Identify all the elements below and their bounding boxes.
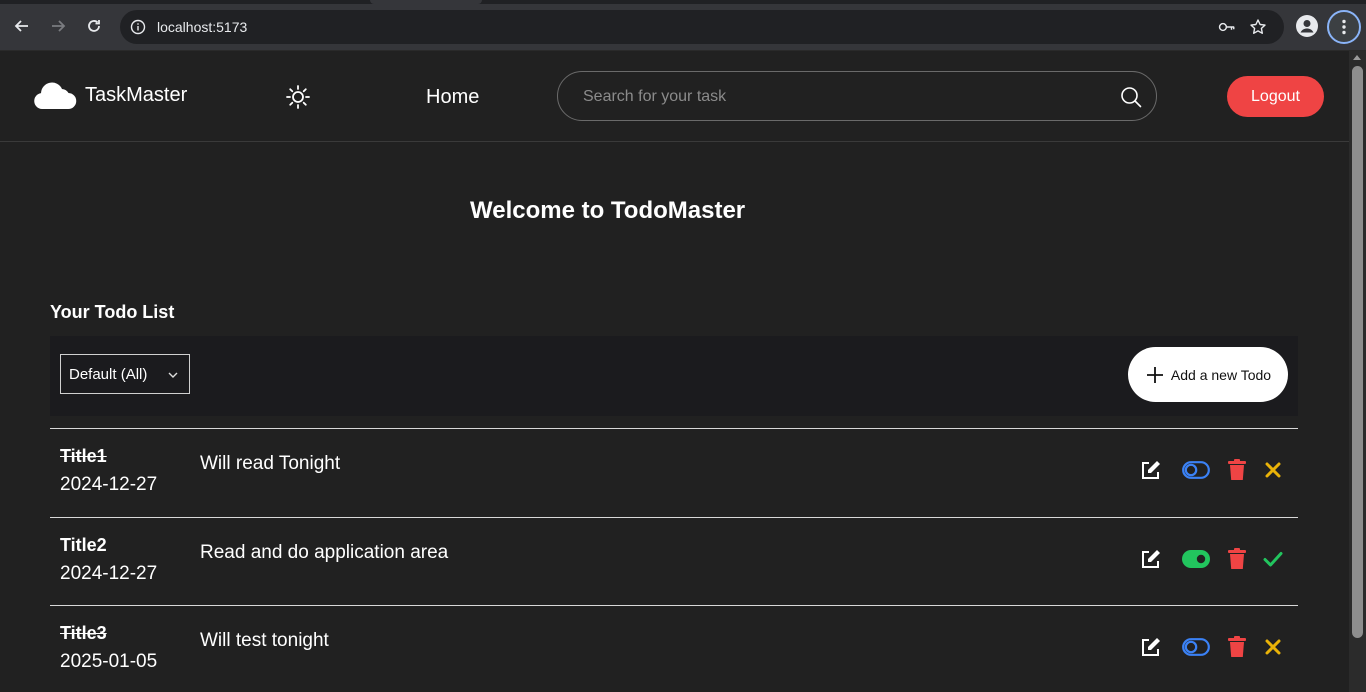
add-todo-label: Add a new Todo: [1170, 366, 1272, 383]
todo-toolbar: Default (All) Add a new Todo: [50, 336, 1298, 416]
todo-title: Title3: [60, 623, 107, 643]
search-input[interactable]: [583, 85, 1103, 109]
forward-button[interactable]: [46, 14, 70, 38]
toggle-complete-button[interactable]: [1180, 634, 1212, 660]
todo-actions: [1128, 634, 1298, 660]
brand-logo[interactable]: TaskMaster: [33, 80, 187, 110]
filter-select[interactable]: Default (All): [60, 354, 190, 394]
add-todo-button[interactable]: Add a new Todo: [1128, 347, 1288, 402]
checkmark-icon: [1263, 552, 1283, 567]
todo-date: 2024-12-27: [60, 563, 158, 584]
edit-icon: [1142, 550, 1160, 568]
arrow-left-icon: [14, 20, 28, 32]
back-button[interactable]: [10, 14, 34, 38]
todo-actions: [1128, 546, 1298, 572]
browser-menu-button[interactable]: [1327, 10, 1361, 44]
page-scrollbar[interactable]: [1349, 51, 1366, 692]
profile-icon[interactable]: [1296, 15, 1318, 37]
sun-icon[interactable]: [285, 84, 311, 110]
active-tab-edge: [370, 0, 482, 4]
nav-home-link[interactable]: Home: [426, 86, 479, 109]
app-navbar: TaskMaster Home Logout: [0, 51, 1349, 142]
todo-row: Title1 2024-12-27 Will read Tonight: [50, 428, 1298, 516]
filter-selected-value: Default (All): [69, 365, 148, 383]
toggle-complete-button[interactable]: [1180, 546, 1212, 572]
kebab-menu-icon: [1342, 19, 1346, 35]
bookmark-star-icon[interactable]: [1249, 18, 1267, 36]
toggle-complete-button[interactable]: [1180, 457, 1212, 483]
delete-todo-button[interactable]: [1224, 546, 1250, 572]
todo-row: Title3 2025-01-05 Will test tonight: [50, 605, 1298, 692]
site-info-icon[interactable]: [130, 19, 146, 35]
search-bar: [557, 71, 1157, 121]
logout-button[interactable]: Logout: [1227, 76, 1324, 117]
reload-icon: [88, 20, 100, 32]
edit-todo-button[interactable]: [1138, 634, 1164, 660]
toggle-on-icon: [1182, 550, 1210, 568]
todo-date: 2024-12-27: [60, 474, 158, 495]
todo-list-heading: Your Todo List: [50, 302, 175, 322]
cloud-icon: [34, 82, 77, 110]
toggle-off-icon: [1182, 638, 1210, 656]
trash-icon: [1228, 636, 1246, 657]
todo-description: Will test tonight: [200, 630, 329, 651]
todo-row: Title2 2024-12-27 Read and do applicatio…: [50, 517, 1298, 605]
todo-description: Read and do application area: [200, 542, 449, 563]
tab-strip: [0, 0, 1366, 4]
scroll-up-arrow[interactable]: [1353, 55, 1361, 60]
scrollbar-thumb[interactable]: [1352, 66, 1363, 638]
url-text: localhost:5173: [157, 19, 248, 35]
app-page: TaskMaster Home Logout Welcome to TodoMa…: [0, 51, 1349, 692]
x-mark-icon: [1265, 639, 1281, 655]
arrow-right-icon: [52, 20, 66, 32]
browser-chrome: localhost:5173: [0, 0, 1366, 51]
edit-todo-button[interactable]: [1138, 546, 1164, 572]
status-incomplete: [1260, 634, 1286, 660]
todo-date: 2025-01-05: [60, 651, 158, 672]
key-icon[interactable]: [1218, 19, 1236, 35]
status-complete: [1260, 546, 1286, 572]
brand-name: TaskMaster: [85, 83, 188, 106]
todo-description: Will read Tonight: [200, 453, 341, 474]
page-title: Welcome to TodoMaster: [470, 197, 746, 224]
edit-icon: [1142, 638, 1160, 656]
trash-icon: [1228, 459, 1246, 480]
address-bar[interactable]: localhost:5173: [120, 10, 1284, 44]
delete-todo-button[interactable]: [1224, 634, 1250, 660]
status-incomplete: [1260, 457, 1286, 483]
edit-todo-button[interactable]: [1138, 457, 1164, 483]
todo-actions: [1128, 457, 1298, 483]
trash-icon: [1228, 548, 1246, 569]
todo-title: Title2: [60, 535, 107, 555]
todo-title: Title1: [60, 446, 107, 466]
plus-icon: [1146, 366, 1163, 383]
edit-icon: [1142, 461, 1160, 479]
search-icon[interactable]: [1120, 86, 1142, 108]
reload-button[interactable]: [82, 14, 106, 38]
delete-todo-button[interactable]: [1224, 457, 1250, 483]
chevron-down-icon: [168, 372, 178, 378]
x-mark-icon: [1265, 462, 1281, 478]
toggle-off-icon: [1182, 461, 1210, 479]
